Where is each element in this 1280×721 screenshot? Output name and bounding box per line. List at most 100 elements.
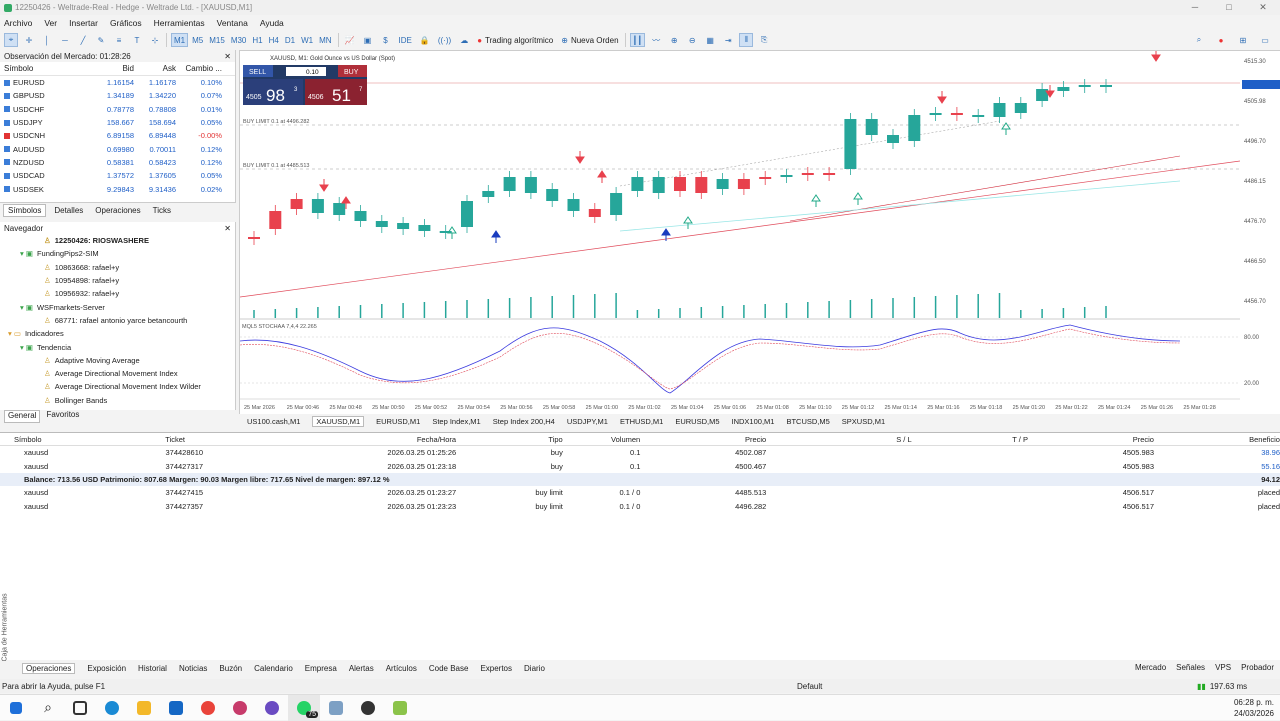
timeframe-m30-button[interactable]: M30 <box>229 33 249 47</box>
timeframe-h4-button[interactable]: H4 <box>267 33 281 47</box>
new-order-button[interactable]: ⊕ Nueva Orden <box>559 33 620 47</box>
trade-col-6[interactable]: S / L <box>766 435 911 444</box>
chart-tab[interactable]: USDJPY,M1 <box>567 417 608 426</box>
market-tab-1[interactable]: Detalles <box>50 205 87 216</box>
edge-icon[interactable] <box>96 695 128 721</box>
position-row[interactable]: xauusd 374427317 2026.03.25 01:23:18 buy 0.1… <box>0 459 1280 472</box>
market-row[interactable]: GBPUSD 1.34189 1.34220 0.07% <box>0 89 235 102</box>
signal-icon[interactable]: ((·)) <box>436 33 453 47</box>
file-explorer-icon[interactable] <box>128 695 160 721</box>
navigator-item[interactable]: ♙ Adaptive Moving Average <box>0 354 235 367</box>
market-col-1[interactable]: Bid <box>100 64 134 73</box>
account-icon[interactable]: ⊞ <box>1236 33 1250 47</box>
notification-icon[interactable]: ● <box>1214 33 1228 47</box>
timeframe-m1-button[interactable]: M1 <box>171 33 189 47</box>
chrome-icon[interactable] <box>192 695 224 721</box>
navigator-tab-1[interactable]: Favoritos <box>46 410 79 423</box>
text-tool-button[interactable]: T <box>130 33 144 47</box>
chart-tab[interactable]: BTCUSD,M5 <box>786 417 829 426</box>
minimize-button[interactable]: ─ <box>1178 0 1212 15</box>
market-row[interactable]: USDCHF 0.78778 0.78808 0.01% <box>0 103 235 116</box>
timeframe-h1-button[interactable]: H1 <box>250 33 264 47</box>
chart-tab[interactable]: SPXUSD,M1 <box>842 417 885 426</box>
navigator-item[interactable]: ▾ ▭ Indicadores <box>0 327 235 340</box>
navigator-item[interactable]: ♙ 10954898: rafael+y <box>0 274 235 287</box>
close-panel-icon[interactable]: ✕ <box>224 52 231 61</box>
menu-item-6[interactable]: Ayuda <box>260 18 284 28</box>
toolbox-link-2[interactable]: VPS <box>1215 663 1231 672</box>
market-row[interactable]: USDSEK 9.29843 9.31436 0.02% <box>0 182 235 195</box>
toolbox-tab-8[interactable]: Artículos <box>386 664 417 673</box>
chart-tab[interactable]: ETHUSD,M1 <box>620 417 663 426</box>
trade-col-0[interactable]: Símbolo <box>0 435 165 444</box>
order-row[interactable]: xauusd 374427357 2026.03.25 01:23:23 buy li… <box>0 500 1280 513</box>
clock[interactable]: 06:28 p. m. 24/03/2026 <box>1234 697 1274 719</box>
pen-icon[interactable]: ✎ <box>94 33 108 47</box>
market-tab-0[interactable]: Símbolos <box>3 203 47 217</box>
trade-col-5[interactable]: Precio <box>640 435 766 444</box>
chart-window[interactable]: 4515.30 4505.98 4496.70 4486.15 4476.70 4466.… <box>239 50 1280 415</box>
market-tab-2[interactable]: Operaciones <box>91 205 144 216</box>
zoom-in-icon[interactable]: ⊕ <box>667 33 681 47</box>
market-col-2[interactable]: Ask <box>134 64 176 73</box>
trade-col-8[interactable]: Precio <box>1028 435 1154 444</box>
lock-icon[interactable]: 🔒 <box>418 33 432 47</box>
menu-item-0[interactable]: Archivo <box>4 18 32 28</box>
fibo-button[interactable]: ≡ <box>112 33 126 47</box>
chart-tab[interactable]: Step Index,M1 <box>432 417 480 426</box>
toolbox-link-1[interactable]: Señales <box>1176 663 1205 672</box>
chart-tab[interactable]: Step Index 200,H4 <box>493 417 555 426</box>
toolbox-tab-5[interactable]: Calendario <box>254 664 293 673</box>
menu-item-1[interactable]: Ver <box>44 18 57 28</box>
toolbox-tab-0[interactable]: Operaciones <box>22 662 76 674</box>
market-col-3[interactable]: Cambio ... <box>176 64 226 73</box>
toolbox-tab-9[interactable]: Code Base <box>429 664 469 673</box>
navigator-item[interactable]: ♙ Bollinger Bands <box>0 394 235 407</box>
close-window-button[interactable]: ✕ <box>1246 0 1280 15</box>
vertical-line-button[interactable]: │ <box>40 33 54 47</box>
chart-shift-icon[interactable]: ⫴ <box>739 33 754 47</box>
market-row[interactable]: USDJPY 158.667 158.694 0.05% <box>0 116 235 129</box>
app-purple-icon[interactable] <box>256 695 288 721</box>
line-chart-icon[interactable]: 〰 <box>649 33 663 47</box>
search-icon[interactable]: ⌕ <box>1192 33 1206 47</box>
market-tab-3[interactable]: Ticks <box>149 205 175 216</box>
chart-tab[interactable]: EURUSD,M5 <box>675 417 719 426</box>
toolbox-tab-7[interactable]: Alertas <box>349 664 374 673</box>
cloud-icon[interactable]: ☁ <box>457 33 471 47</box>
toolbox-tab-10[interactable]: Expertos <box>480 664 512 673</box>
price-chart[interactable]: 4515.30 4505.98 4496.70 4486.15 4476.70 4466.… <box>240 51 1280 415</box>
trade-col-4[interactable]: Volumen <box>563 435 640 444</box>
timeframe-mn-button[interactable]: MN <box>317 33 333 47</box>
market-col-0[interactable]: Símbolo <box>0 64 100 73</box>
candles-icon[interactable]: ┃┃ <box>629 33 646 47</box>
timeframe-m15-button[interactable]: M15 <box>207 33 227 47</box>
windows-start-icon[interactable] <box>0 695 32 721</box>
toolbox-link-3[interactable]: Probador <box>1241 663 1274 672</box>
chart-type-icon[interactable]: 📈 <box>343 33 357 47</box>
menu-item-5[interactable]: Ventana <box>217 18 248 28</box>
notepad-icon[interactable] <box>320 695 352 721</box>
navigator-item[interactable]: ▾ ▣ WSFmarkets-Server <box>0 300 235 313</box>
toolbox-tab-6[interactable]: Empresa <box>305 664 337 673</box>
shapes-button[interactable]: ⊹ <box>148 33 162 47</box>
trade-col-1[interactable]: Ticket <box>165 435 301 444</box>
market-row[interactable]: AUDUSD 0.69980 0.70011 0.12% <box>0 142 235 155</box>
maximize-button[interactable]: □ <box>1212 0 1246 15</box>
menu-item-2[interactable]: Insertar <box>69 18 98 28</box>
toolbox-tab-11[interactable]: Diario <box>524 664 545 673</box>
chart-tab[interactable]: EURUSD,M1 <box>376 417 420 426</box>
navigator-tab-0[interactable]: General <box>4 410 41 423</box>
cursor-tool-button[interactable]: ✛ <box>22 33 36 47</box>
trendline-button[interactable]: ╱ <box>76 33 90 47</box>
app-dark-icon[interactable] <box>352 695 384 721</box>
navigator-item[interactable]: ♙ Average Directional Movement Index <box>0 367 235 380</box>
horizontal-line-button[interactable]: ─ <box>58 33 72 47</box>
trade-col-2[interactable]: Fecha/Hora <box>301 435 456 444</box>
dollar-icon[interactable]: $ <box>379 33 393 47</box>
grid-icon[interactable]: ▦ <box>703 33 717 47</box>
crosshair-tool-button[interactable]: ⌖ <box>4 33 18 47</box>
app-red-icon[interactable] <box>224 695 256 721</box>
navigator-item[interactable]: ♙ 68771: rafael antonio yarce betancourth <box>0 314 235 327</box>
ide-button[interactable]: IDE <box>397 33 414 47</box>
